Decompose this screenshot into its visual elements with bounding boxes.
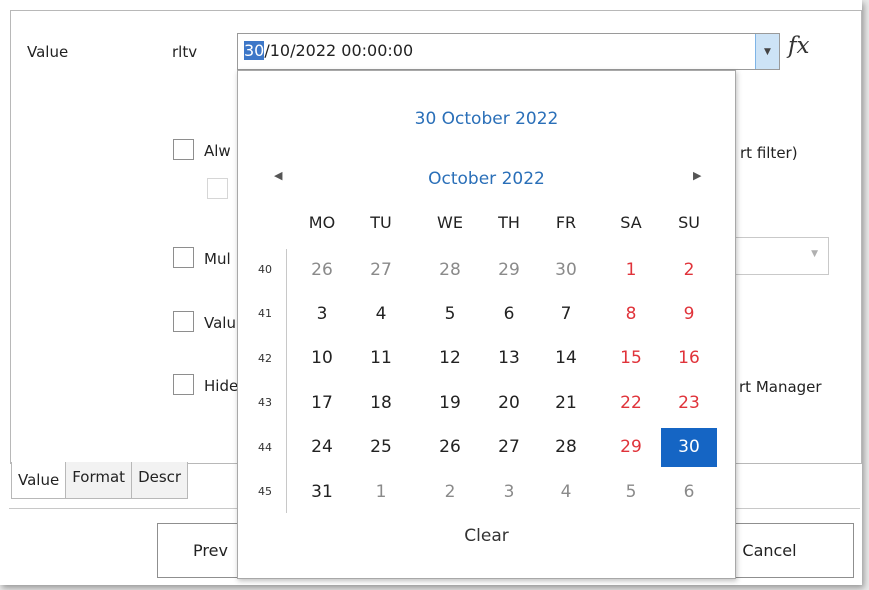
day-cell[interactable]: 12 <box>422 339 478 378</box>
day-cell[interactable]: 6 <box>661 472 717 511</box>
option1-label-tail: rt filter) <box>740 144 798 162</box>
tab-description[interactable]: Descr <box>131 462 189 499</box>
weekday-su: SU <box>678 213 700 232</box>
day-cell[interactable]: 1 <box>603 250 659 289</box>
option2-label: Mul <box>204 250 231 268</box>
week-number: 43 <box>258 396 272 410</box>
option2-checkbox[interactable] <box>173 247 194 268</box>
day-cell[interactable]: 5 <box>603 472 659 511</box>
option3-checkbox[interactable] <box>173 311 194 332</box>
day-cell[interactable]: 27 <box>481 428 537 467</box>
day-cell[interactable]: 26 <box>422 428 478 467</box>
day-cell[interactable]: 4 <box>538 472 594 511</box>
day-cell[interactable]: 2 <box>661 250 717 289</box>
preview-button-label: Prev <box>193 541 228 560</box>
weekday-we: WE <box>437 213 463 232</box>
day-cell[interactable]: 28 <box>538 428 594 467</box>
tab-format[interactable]: Format <box>65 462 133 499</box>
week-number-divider <box>286 249 287 513</box>
dialog-window: Value rltv Alw rt filter) Mul Valu Hide … <box>0 0 862 585</box>
option3-label: Valu <box>204 314 236 332</box>
tab-bar: Value Format Descr <box>11 462 189 499</box>
week-number: 40 <box>258 263 272 276</box>
day-cell[interactable]: 11 <box>353 339 409 378</box>
selected-day-cell[interactable]: 30 <box>661 427 717 467</box>
selected-date-link[interactable]: 30 October 2022 <box>238 109 735 129</box>
chevron-down-icon: ▼ <box>811 249 818 259</box>
option1-label: Alw <box>204 142 231 160</box>
day-cell[interactable]: 16 <box>661 339 717 378</box>
day-cell[interactable]: 28 <box>422 250 478 289</box>
day-cell[interactable]: 3 <box>294 294 350 333</box>
day-cell[interactable]: 7 <box>538 294 594 333</box>
day-cell[interactable]: 13 <box>481 339 537 378</box>
option4-label: Hide <box>204 377 239 395</box>
day-cell[interactable]: 19 <box>422 383 478 422</box>
day-cell[interactable]: 24 <box>294 428 350 467</box>
week-number: 44 <box>258 440 272 454</box>
tab-value[interactable]: Value <box>11 462 67 499</box>
day-cell[interactable]: 3 <box>481 472 537 511</box>
weekday-th: TH <box>498 213 520 232</box>
day-cell[interactable]: 17 <box>294 383 350 422</box>
calendar-popup: 30 October 2022 ◀ October 2022 ▶ Clear M… <box>237 70 736 579</box>
day-cell[interactable]: 20 <box>481 383 537 422</box>
day-cell[interactable]: 8 <box>603 294 659 333</box>
day-cell[interactable]: 10 <box>294 339 350 378</box>
day-cell[interactable]: 29 <box>603 428 659 467</box>
day-cell[interactable]: 2 <box>422 472 478 511</box>
day-cell[interactable]: 9 <box>661 294 717 333</box>
day-cell[interactable]: 23 <box>661 383 717 422</box>
option4-label-tail: rt Manager <box>739 378 822 396</box>
function-fx-icon[interactable]: fx <box>788 33 809 59</box>
value-label: Value <box>27 43 69 61</box>
day-cell[interactable]: 27 <box>353 250 409 289</box>
day-cell[interactable]: 4 <box>353 294 409 333</box>
weekday-fr: FR <box>555 213 577 232</box>
cancel-button-label: Cancel <box>742 541 797 560</box>
day-cell[interactable]: 6 <box>481 294 537 333</box>
option1-checkbox[interactable] <box>173 139 194 160</box>
option1-sub-checkbox[interactable] <box>207 178 228 199</box>
day-cell[interactable]: 30 <box>538 250 594 289</box>
clear-button[interactable]: Clear <box>238 526 735 546</box>
weekday-mo: MO <box>308 213 336 232</box>
day-cell[interactable]: 21 <box>538 383 594 422</box>
chevron-down-icon: ▼ <box>764 46 771 57</box>
day-cell[interactable]: 1 <box>353 472 409 511</box>
day-cell[interactable]: 14 <box>538 339 594 378</box>
dropdown-arrow-button[interactable]: ▼ <box>755 34 779 69</box>
disabled-combo: ▼ <box>729 237 829 275</box>
day-cell[interactable]: 22 <box>603 383 659 422</box>
day-cell[interactable]: 31 <box>294 472 350 511</box>
month-label[interactable]: October 2022 <box>238 169 735 189</box>
next-month-icon[interactable]: ▶ <box>693 169 701 182</box>
date-value-selected-part: 30 <box>244 41 265 60</box>
day-cell[interactable]: 15 <box>603 339 659 378</box>
day-cell[interactable]: 29 <box>481 250 537 289</box>
day-cell[interactable]: 26 <box>294 250 350 289</box>
weekday-sa: SA <box>620 213 642 232</box>
week-number: 42 <box>258 351 272 365</box>
day-cell[interactable]: 18 <box>353 383 409 422</box>
day-cell[interactable]: 25 <box>353 428 409 467</box>
weekday-tu: TU <box>370 213 392 232</box>
date-value-rest: /10/2022 00:00:00 <box>264 41 414 60</box>
date-value-input[interactable]: 30/10/2022 00:00:00 ▼ <box>237 33 780 70</box>
field-name-label: rltv <box>172 43 198 61</box>
week-number: 45 <box>258 485 272 498</box>
day-cell[interactable]: 5 <box>422 294 478 333</box>
option4-checkbox[interactable] <box>173 374 194 395</box>
week-number: 41 <box>258 307 272 321</box>
